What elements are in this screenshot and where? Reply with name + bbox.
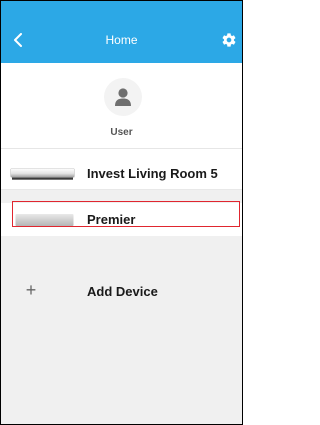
device-item[interactable]: Premier	[1, 203, 242, 236]
user-name: User	[110, 127, 133, 138]
divider	[1, 189, 242, 190]
avatar[interactable]	[104, 78, 142, 116]
settings-button[interactable]	[219, 30, 239, 50]
page-title: Home	[105, 33, 138, 47]
user-profile: User	[1, 63, 242, 149]
device-list: Invest Living Room 5 Premier + Add Devic…	[1, 157, 242, 424]
device-item[interactable]: Invest Living Room 5	[1, 157, 242, 190]
air-conditioner-icon	[10, 168, 75, 180]
add-device-button[interactable]: + Add Device	[1, 275, 242, 307]
add-device-label: Add Device	[87, 284, 158, 299]
back-button[interactable]	[7, 29, 29, 51]
device-name: Invest Living Room 5	[87, 166, 218, 181]
plus-icon: +	[25, 280, 37, 300]
user-avatar-icon	[115, 88, 131, 106]
gear-icon	[222, 33, 236, 47]
app-header: Home	[1, 1, 242, 63]
device-name: Premier	[87, 212, 136, 227]
chevron-left-icon	[14, 33, 22, 47]
home-screen: Home User Invest Living Room 5 Premier +…	[0, 0, 243, 425]
air-conditioner-icon	[15, 214, 74, 226]
